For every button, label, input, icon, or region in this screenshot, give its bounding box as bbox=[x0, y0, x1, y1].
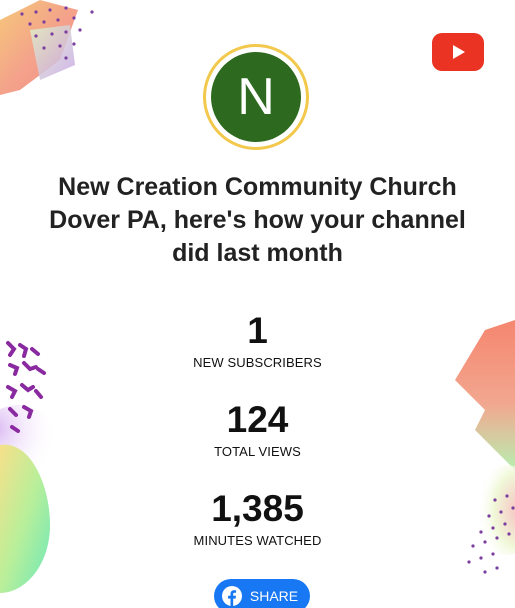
stat-label: NEW SUBSCRIBERS bbox=[193, 355, 322, 370]
decorative-shape-top-left bbox=[0, 0, 94, 95]
stat-value: 1,385 bbox=[211, 488, 304, 529]
channel-avatar-ring: N bbox=[203, 44, 309, 150]
share-button[interactable]: SHARE bbox=[214, 579, 310, 608]
report-headline: New Creation Community Church Dover PA, … bbox=[49, 173, 466, 267]
decorative-shape-left bbox=[0, 341, 58, 593]
share-button-label: SHARE bbox=[249, 588, 299, 604]
youtube-logo-icon bbox=[432, 33, 484, 71]
avatar-letter: N bbox=[237, 68, 275, 126]
stat-label: MINUTES WATCHED bbox=[193, 533, 322, 548]
stat-total-views: 124 TOTAL VIEWS bbox=[120, 400, 395, 460]
stat-new-subscribers: 1 NEW SUBSCRIBERS bbox=[120, 311, 395, 371]
stat-minutes-watched: 1,385 MINUTES WATCHED bbox=[120, 489, 395, 549]
channel-avatar: N bbox=[211, 52, 301, 142]
stat-value: 124 bbox=[226, 399, 289, 440]
email-page: N New Creation Community Church Dover PA… bbox=[0, 0, 515, 608]
stat-value: 1 bbox=[247, 310, 268, 351]
stat-label: TOTAL VIEWS bbox=[214, 444, 301, 459]
facebook-icon bbox=[221, 586, 242, 606]
decorative-shape-right bbox=[455, 320, 515, 574]
